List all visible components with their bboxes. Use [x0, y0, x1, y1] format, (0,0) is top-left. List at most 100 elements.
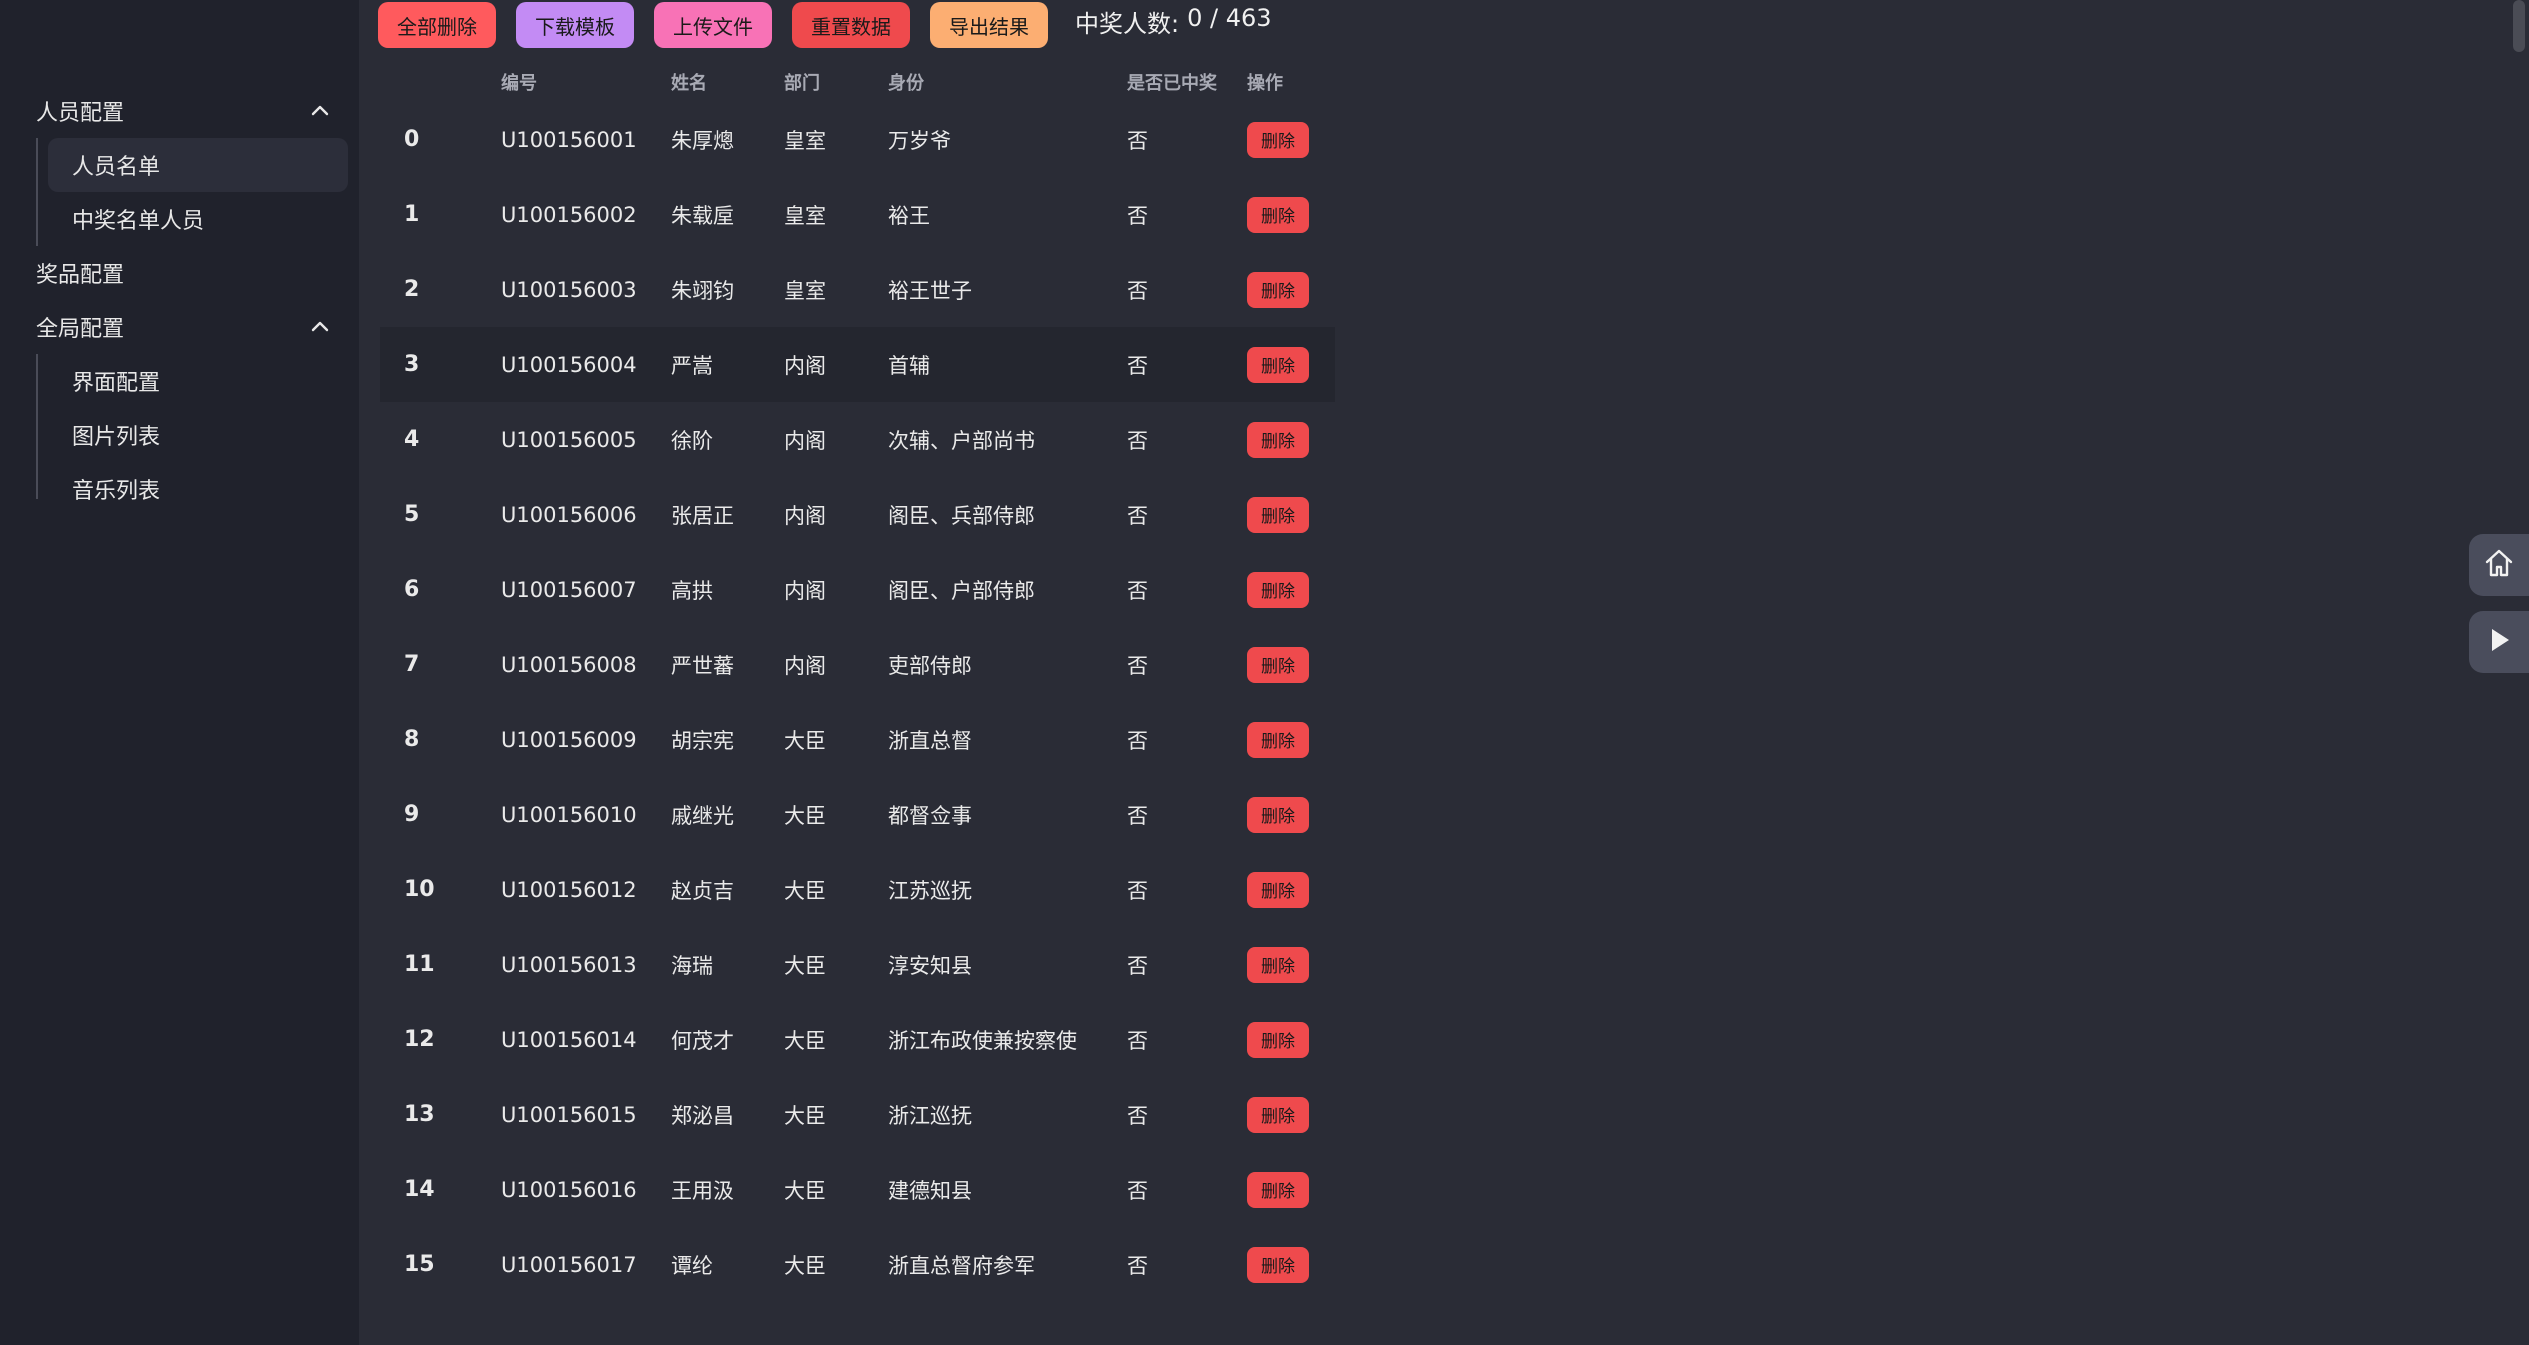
menu-group-global-config[interactable]: 全局配置 — [0, 300, 359, 354]
sidebar-item-music-list[interactable]: 音乐列表 — [48, 462, 348, 516]
sidebar-item-label: 人员名单 — [72, 155, 161, 180]
cell-id: U100156007 — [501, 577, 637, 602]
cell-won: 否 — [1127, 428, 1148, 453]
cell-action: 删除 — [1247, 477, 1335, 552]
cell-dept: 内阁 — [774, 327, 866, 402]
cell-role: 浙江布政使兼按察使 — [888, 1028, 1077, 1053]
cell-role: 次辅、户部尚书 — [888, 428, 1035, 453]
scrollbar-thumb[interactable] — [2513, 0, 2525, 52]
cell-action: 删除 — [1247, 777, 1335, 852]
table-row: 4 U100156005 徐阶 内阁 次辅、户部尚书 否 删除 — [380, 402, 1335, 477]
cell-idx: 10 — [404, 877, 435, 902]
cell-action: 删除 — [1247, 927, 1335, 1002]
cell-action: 删除 — [1247, 852, 1335, 927]
cell-role: 万岁爷 — [888, 128, 951, 153]
cell-won: 否 — [1127, 878, 1148, 903]
cell-won: 否 — [1127, 578, 1148, 603]
cell-dept: 大臣 — [784, 1028, 826, 1053]
chevron-up-icon — [308, 315, 332, 339]
cell-id: U100156010 — [501, 802, 637, 827]
cell-won: 否 — [1127, 953, 1148, 978]
header-dept: 部门 — [784, 73, 820, 94]
cell-won: 否 — [1127, 278, 1148, 303]
cell-action: 删除 — [1247, 1077, 1335, 1152]
cell-idx: 5 — [404, 502, 420, 527]
header-index — [380, 62, 491, 102]
delete-all-button[interactable]: 全部删除 — [378, 2, 496, 48]
table-body: 0 U100156001 朱厚熜 皇室 万岁爷否删除 1 U100156002 朱载垕 皇室 裕王… — [380, 102, 1335, 1302]
sidebar-item-personnel-list[interactable]: 人员名单 — [48, 138, 348, 192]
menu-group-label: 奖品配置 — [36, 263, 125, 288]
cell-id: U100156012 — [501, 877, 637, 902]
cell-won: 否 — [1127, 203, 1148, 228]
cell-role: 裕王 — [888, 203, 930, 228]
delete-row-button[interactable]: 删除 — [1247, 1096, 1309, 1133]
download-template-button[interactable]: 下载模板 — [516, 2, 634, 48]
delete-row-button[interactable]: 删除 — [1247, 196, 1309, 233]
cell-name: 郑泌昌 — [671, 1103, 734, 1128]
cell-name: 严世蕃 — [671, 653, 734, 678]
cell-idx: 1 — [404, 202, 420, 227]
delete-row-button[interactable]: 删除 — [1247, 496, 1309, 533]
delete-row-button[interactable]: 删除 — [1247, 646, 1309, 683]
table-row: 12 U100156014 何茂才 大臣 浙江布政使兼按察使 否 删除 — [380, 1002, 1335, 1077]
delete-row-button[interactable]: 删除 — [1247, 421, 1309, 458]
delete-row-button[interactable]: 删除 — [1247, 946, 1309, 983]
sidebar-item-ui-config[interactable]: 界面配置 — [48, 354, 348, 408]
cell-idx: 12 — [404, 1027, 435, 1052]
cell-won: 否 — [1127, 1178, 1148, 1203]
delete-row-button[interactable]: 删除 — [1247, 1021, 1309, 1058]
cell-name: 胡宗宪 — [671, 728, 734, 753]
delete-row-button[interactable]: 删除 — [1247, 271, 1309, 308]
sidebar-item-winner-list[interactable]: 中奖名单人员 — [48, 192, 348, 246]
table-row: 11 U100156013 海瑞 大臣 淳安知县 否 删除 — [380, 927, 1335, 1002]
menu-group-personnel-config[interactable]: 人员配置 — [0, 84, 359, 138]
cell-action: 删除 — [1247, 402, 1335, 477]
header-id: 编号 — [501, 73, 537, 94]
menu-group-prize-config[interactable]: 奖品配置 — [0, 246, 359, 300]
cell-id: U100156006 — [501, 502, 637, 527]
cell-idx: 4 — [404, 427, 420, 452]
sidebar-item-image-list[interactable]: 图片列表 — [48, 408, 348, 462]
cell-idx: 15 — [404, 1252, 435, 1277]
table-row: 9 U100156010 戚继光 大臣 都督佥事 否 删除 — [380, 777, 1335, 852]
delete-row-button[interactable]: 删除 — [1247, 571, 1309, 608]
delete-row-button[interactable]: 删除 — [1247, 721, 1309, 758]
scrollbar-track[interactable] — [2511, 0, 2529, 1345]
cell-role: 阁臣、兵部侍郎 — [888, 503, 1035, 528]
delete-row-button[interactable]: 删除 — [1247, 871, 1309, 908]
menu-group-label: 全局配置 — [36, 317, 125, 342]
cell-dept: 大臣 — [784, 1103, 826, 1128]
reset-data-button[interactable]: 重置数据 — [792, 2, 910, 48]
cell-dept: 大臣 — [784, 1253, 826, 1278]
cell-id: U100156013 — [501, 952, 637, 977]
cell-won: 否 — [1127, 653, 1148, 678]
header-action: 操作 — [1247, 73, 1283, 94]
delete-row-button[interactable]: 删除 — [1247, 121, 1309, 158]
cell-id: U100156005 — [501, 427, 637, 452]
cell-idx: 11 — [404, 952, 435, 977]
table-row: 7 U100156008 严世蕃 内阁 吏部侍郎 否 删除 — [380, 627, 1335, 702]
delete-row-button[interactable]: 删除 — [1247, 1246, 1309, 1283]
delete-row-button[interactable]: 删除 — [1247, 1171, 1309, 1208]
cell-id: U100156004 — [491, 327, 660, 402]
cell-role: 首辅 — [866, 327, 1107, 402]
export-results-button[interactable]: 导出结果 — [930, 2, 1048, 48]
cell-name: 朱载垕 — [671, 203, 734, 228]
sidebar-item-label: 图片列表 — [72, 425, 161, 450]
upload-file-button[interactable]: 上传文件 — [654, 2, 772, 48]
table-row: 10 U100156012 赵贞吉 大臣 江苏巡抚 否 删除 — [380, 852, 1335, 927]
cell-idx: 14 — [404, 1177, 435, 1202]
delete-row-button[interactable]: 删除 — [1247, 346, 1309, 383]
cell-role: 淳安知县 — [888, 953, 972, 978]
delete-row-button[interactable]: 删除 — [1247, 796, 1309, 833]
table-row: 15 U100156017 谭纶 大臣 浙直总督府参军 否 删除 — [380, 1227, 1335, 1302]
cell-name: 何茂才 — [671, 1028, 734, 1053]
cell-role: 阁臣、户部侍郎 — [888, 578, 1035, 603]
menu-group-label: 人员配置 — [36, 101, 125, 126]
cell-name: 严嵩 — [660, 327, 774, 402]
personnel-table: 编号 姓名 部门 身份 是否已中奖 操作 0 U100156001 朱厚熜 皇室 万岁爷… — [380, 62, 1335, 1302]
table-row: 3 U100156004 严嵩 内阁 首辅否删除 — [380, 327, 1335, 402]
cell-role: 浙直总督府参军 — [888, 1253, 1035, 1278]
submenu-divider — [36, 138, 38, 246]
